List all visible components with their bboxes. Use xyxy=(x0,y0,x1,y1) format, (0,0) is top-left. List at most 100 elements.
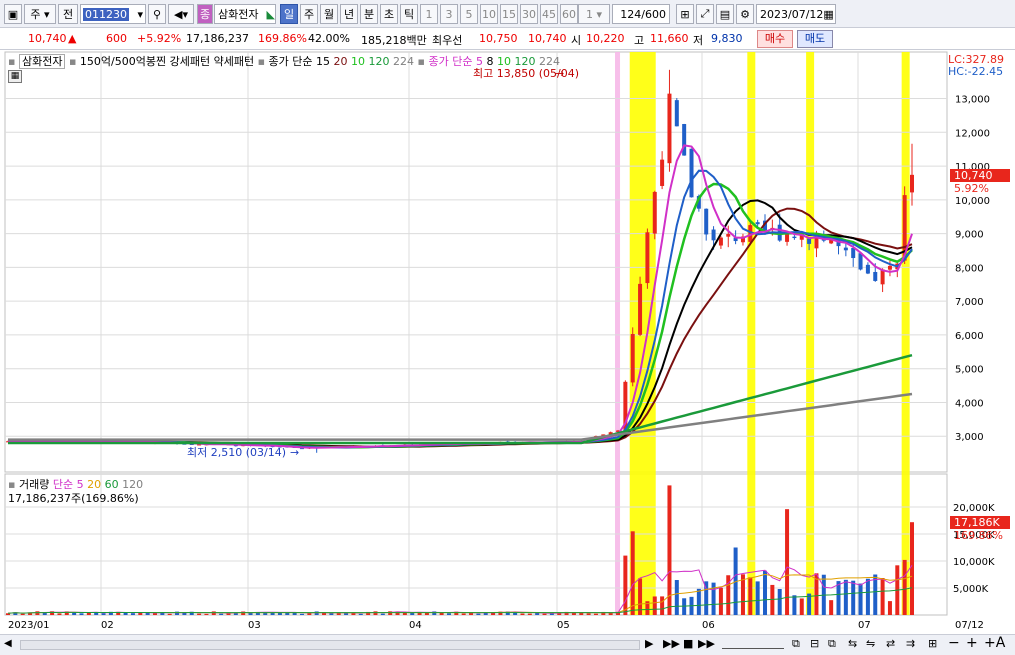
view-icon-1[interactable]: ⧉ xyxy=(792,637,800,651)
candle-body xyxy=(711,229,716,241)
candle-body xyxy=(873,271,878,281)
volume-tag-value: 17,186K xyxy=(954,516,1000,529)
count-max: /600 xyxy=(641,7,666,21)
period-day[interactable]: 일 xyxy=(280,4,298,24)
period-second[interactable]: 초 xyxy=(380,4,398,24)
stop-icon[interactable]: ■ xyxy=(683,637,693,650)
volume-bar xyxy=(446,613,451,615)
zoom-out-icon[interactable]: − xyxy=(948,635,960,651)
legend-ma-10[interactable]: 10 xyxy=(351,55,365,68)
legend-ma-120[interactable]: 120 xyxy=(369,55,390,68)
interval-select[interactable]: 1 ▾ xyxy=(578,4,610,24)
volume-bar xyxy=(792,595,797,615)
price-tick-label: 13,000 xyxy=(955,95,990,106)
stock-code-input[interactable]: 011230 ▾ xyxy=(80,4,146,24)
legend-ma-224[interactable]: 224 xyxy=(393,55,414,68)
view-icon-7[interactable]: ⇉ xyxy=(906,637,915,650)
font-size-icon[interactable]: +A xyxy=(984,635,1005,651)
minute-60[interactable]: 60 xyxy=(560,4,578,24)
minute-45[interactable]: 45 xyxy=(540,4,558,24)
speaker-icon[interactable]: ◀▾ xyxy=(168,4,194,24)
period-week[interactable]: 주 xyxy=(300,4,318,24)
minute-15[interactable]: 15 xyxy=(500,4,518,24)
volume-bar xyxy=(799,598,804,615)
minute-10[interactable]: 10 xyxy=(480,4,498,24)
signal-highlight-band xyxy=(629,52,656,615)
legend-bullet-icon: ▪ xyxy=(417,55,425,68)
draw-icon[interactable]: ⤢ xyxy=(696,4,714,24)
date-tick-label: 07/12 xyxy=(955,620,984,631)
volume-tick-label: 5,000K xyxy=(953,584,989,595)
low-label: 저 xyxy=(693,34,704,47)
legend-pattern1[interactable]: 150억/500억봉찐 xyxy=(80,55,166,68)
price-volume-chart[interactable]: 13,00012,00011,00010,0009,0008,0007,0006… xyxy=(0,50,1015,634)
volume-pane[interactable] xyxy=(4,473,948,616)
minute-5[interactable]: 5 xyxy=(460,4,478,24)
view-icon-8[interactable]: ⊞ xyxy=(928,637,937,650)
view-icon-5[interactable]: ⇋ xyxy=(866,637,875,650)
min-arrow: → xyxy=(290,446,299,459)
view-icon-2[interactable]: ⊟ xyxy=(810,637,819,650)
candle-body xyxy=(858,253,863,270)
volume-bar xyxy=(101,613,106,615)
legend-ma2-10[interactable]: 10 xyxy=(497,55,511,68)
date-field[interactable]: 2023/07/12 ▦ xyxy=(756,4,836,24)
candle-body xyxy=(814,237,819,249)
candle-body xyxy=(660,159,665,186)
jeon-button[interactable]: 전 xyxy=(58,4,78,24)
dropdown-icon[interactable]: ▾ xyxy=(137,8,145,21)
legend-ma-label1[interactable]: 종가 단순 15 xyxy=(269,55,330,68)
search-icon[interactable]: ⚲ xyxy=(148,4,166,24)
legend-bullet-icon: ▪ xyxy=(8,55,16,68)
legend-pattern3[interactable]: 약세패턴 xyxy=(214,55,254,68)
view-icon-6[interactable]: ⇄ xyxy=(886,637,895,650)
zoom-slider[interactable] xyxy=(722,639,784,649)
view-icon-3[interactable]: ⧉ xyxy=(828,637,836,651)
jong-badge[interactable]: 종 xyxy=(197,4,213,24)
count-field[interactable]: 124/600 xyxy=(612,4,670,24)
period-year[interactable]: 년 xyxy=(340,4,358,24)
candle-body xyxy=(880,269,885,285)
minute-30[interactable]: 30 xyxy=(520,4,538,24)
volume-value-text: 17,186,237주(169.86%) xyxy=(8,492,139,505)
gear-icon[interactable]: ⚙ xyxy=(736,4,754,24)
sell-button[interactable]: 매도 xyxy=(797,30,833,48)
save-icon[interactable]: ▤ xyxy=(716,4,734,24)
legend-ma2-120[interactable]: 120 xyxy=(514,55,535,68)
price-axis: 13,00012,00011,00010,0009,0008,0007,0006… xyxy=(955,95,990,444)
volume-bar xyxy=(219,613,224,615)
scroll-left-icon[interactable]: ◀ xyxy=(4,638,18,652)
end-icon[interactable]: ▶▶ xyxy=(698,637,715,650)
legend-pattern2[interactable]: 강세패턴 xyxy=(170,55,210,68)
table-icon[interactable]: ▦ xyxy=(8,70,22,83)
period-tick[interactable]: 틱 xyxy=(400,4,418,24)
legend-ma-label2[interactable]: 종가 단순 5 xyxy=(429,55,483,68)
legend-ma-20[interactable]: 20 xyxy=(334,55,348,68)
volume-bar xyxy=(586,613,591,615)
buy-button[interactable]: 매수 xyxy=(757,30,793,48)
view-icon-4[interactable]: ⇆ xyxy=(848,637,857,650)
market-select[interactable]: 주 ▾ xyxy=(24,4,56,24)
legend-ma2-8[interactable]: 8 xyxy=(486,55,493,68)
minute-1[interactable]: 1 xyxy=(420,4,438,24)
best-ask-label: 최우선 xyxy=(432,34,463,47)
low-value: 9,830 xyxy=(711,32,743,45)
play-icon[interactable]: ▶ xyxy=(645,637,653,650)
legend-ma2-224[interactable]: 224 xyxy=(539,55,560,68)
zoom-in-icon[interactable]: + xyxy=(966,635,978,651)
scrollbar-track[interactable] xyxy=(20,640,640,650)
period-month[interactable]: 월 xyxy=(320,4,338,24)
volume-bar xyxy=(755,581,760,615)
calendar-icon[interactable]: ▦ xyxy=(823,8,833,21)
legend-stock[interactable]: 삼화전자 xyxy=(18,54,66,69)
candle-body xyxy=(865,264,870,274)
stock-name-field[interactable]: 삼화전자 ◣ xyxy=(214,4,276,24)
layout-icon[interactable]: ▣ xyxy=(4,4,22,24)
next-icon[interactable]: ▶▶ xyxy=(663,637,680,650)
period-minute[interactable]: 분 xyxy=(360,4,378,24)
volume-bar xyxy=(152,613,157,615)
minute-3[interactable]: 3 xyxy=(440,4,458,24)
crosshair-icon[interactable]: ⊞ xyxy=(676,4,694,24)
volume-bar xyxy=(476,613,481,615)
min-annotation: 최저 2,510 (03/14) xyxy=(187,446,286,459)
